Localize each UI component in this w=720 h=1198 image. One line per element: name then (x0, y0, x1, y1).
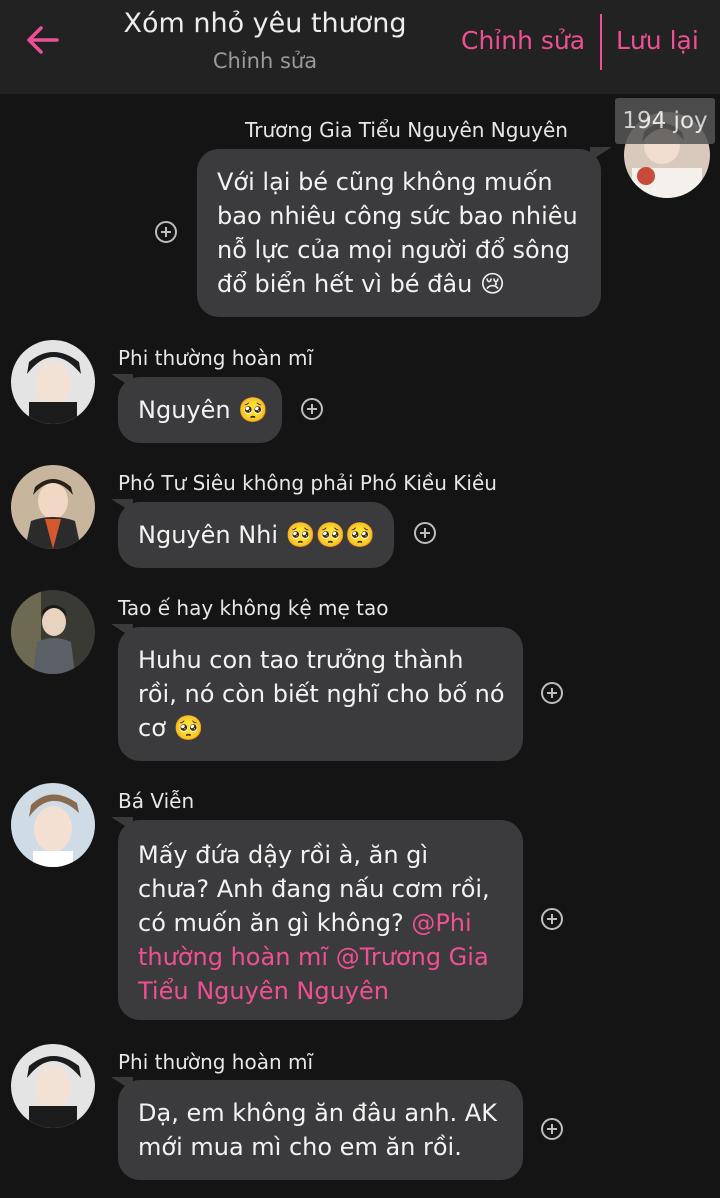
sender-name: Trương Gia Tiểu Nguyên Nguyên (245, 118, 568, 142)
message-line: chưa? Anh đang nấu cơm rồi, (138, 875, 490, 903)
message-text: có muốn ăn gì không? (138, 909, 412, 937)
edit-button[interactable]: Chỉnh sửa (461, 26, 585, 55)
avatar-image (11, 465, 95, 549)
bubble-tail (590, 147, 612, 161)
message-line: Huhu con tao trưởng thành (138, 646, 464, 674)
avatar[interactable] (11, 783, 95, 867)
mention-link[interactable]: Tiểu Nguyên Nguyên (138, 974, 503, 1008)
arrow-left-icon (27, 26, 59, 54)
message-line: nỗ lực của mọi người đổ sông (217, 236, 571, 264)
sender-name: Bá Viễn (118, 789, 195, 813)
add-reaction-icon[interactable] (541, 1118, 563, 1140)
avatar[interactable] (11, 590, 95, 674)
message-bubble[interactable]: Mấy đứa dậy rồi à, ăn gì chưa? Anh đang … (118, 820, 523, 1020)
message-bubble[interactable]: Dạ, em không ăn đâu anh. AK mới mua mì c… (118, 1080, 523, 1180)
avatar[interactable] (11, 1044, 95, 1128)
sender-name: Phi thường hoàn mĩ (118, 1050, 314, 1074)
avatar-image (11, 590, 95, 674)
title-block: Xóm nhỏ yêu thương Chỉnh sửa (90, 8, 440, 73)
avatar[interactable] (11, 340, 95, 424)
chat-subtitle: Chỉnh sửa (212, 49, 318, 73)
back-button[interactable] (22, 20, 62, 60)
message-line: cơ 🥺 (138, 714, 204, 742)
message-line: có muốn ăn gì không? @Phi (138, 906, 503, 940)
message-line: Dạ, em không ăn đâu anh. AK (138, 1099, 497, 1127)
save-button[interactable]: Lưu lại (616, 26, 699, 55)
add-reaction-icon[interactable] (301, 398, 323, 420)
message-line: Với lại bé cũng không muốn (217, 168, 553, 196)
chat-header: Xóm nhỏ yêu thương Chỉnh sửa Chỉnh sửa L… (0, 0, 720, 94)
message-line: Nguyên 🥺 (138, 396, 269, 424)
message-line: đổ biển hết vì bé đâu 😢 (217, 270, 505, 298)
message-bubble[interactable]: Nguyên Nhi 🥺🥺🥺 (118, 502, 394, 568)
mention-link[interactable]: @Phi (411, 909, 471, 937)
sender-name: Tao ế hay không kệ mẹ tao (118, 596, 389, 620)
sender-name: Phó Tư Siêu không phải Phó Kiều Kiều (118, 471, 497, 495)
add-reaction-icon[interactable] (541, 682, 563, 704)
mention-link[interactable]: thường hoàn mĩ @Trương Gia (138, 940, 503, 974)
message-line: bao nhiêu công sức bao nhiêu (217, 202, 578, 230)
message-line: Nguyên Nhi 🥺🥺🥺 (138, 521, 376, 549)
message-bubble[interactable]: Với lại bé cũng không muốn bao nhiêu côn… (197, 149, 601, 317)
message-bubble[interactable]: Nguyên 🥺 (118, 377, 282, 443)
avatar-image (11, 783, 95, 867)
message-line: rồi, nó còn biết nghĩ cho bố nó (138, 680, 505, 708)
add-reaction-icon[interactable] (414, 522, 436, 544)
message-bubble[interactable]: Huhu con tao trưởng thành rồi, nó còn bi… (118, 627, 523, 761)
avatar-image (11, 1044, 95, 1128)
header-divider (600, 14, 602, 70)
avatar[interactable] (11, 465, 95, 549)
watermark: 194 joy (615, 98, 715, 144)
add-reaction-icon[interactable] (155, 221, 177, 243)
chat-title: Xóm nhỏ yêu thương (123, 8, 407, 39)
add-reaction-icon[interactable] (541, 908, 563, 930)
sender-name: Phi thường hoàn mĩ (118, 346, 314, 370)
message-line: mới mua mì cho em ăn rồi. (138, 1133, 462, 1161)
message-line: Mấy đứa dậy rồi à, ăn gì (138, 841, 429, 869)
avatar-image (11, 340, 95, 424)
